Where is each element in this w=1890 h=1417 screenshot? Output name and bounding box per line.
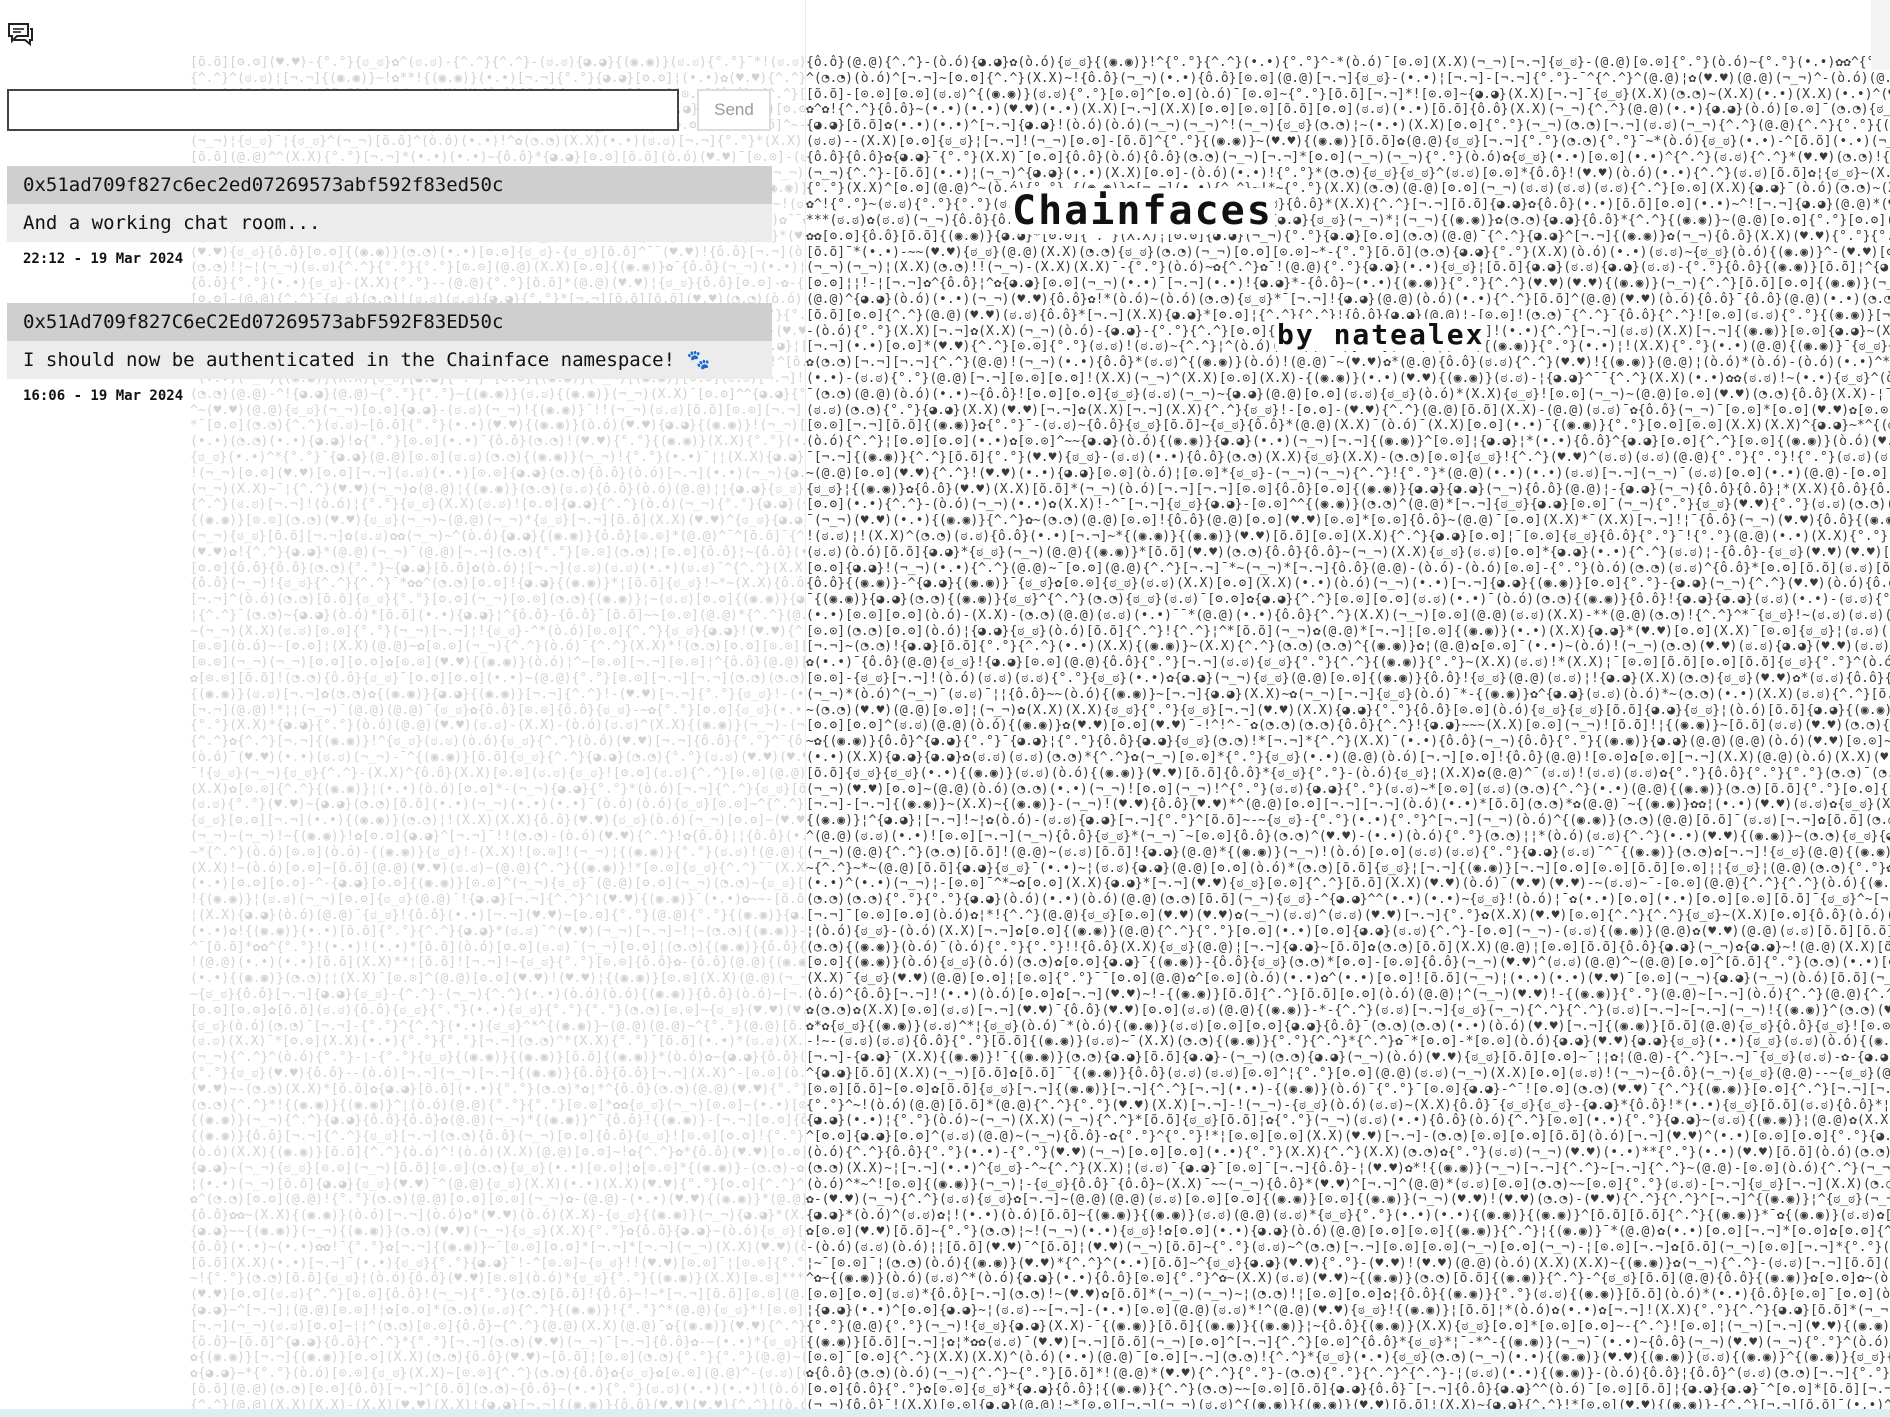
message-item: 0x51ad709f827c6ec2ed07269573abf592f83ed5… [7, 166, 772, 267]
art-title: Chainfaces [1010, 188, 1275, 234]
panel-divider [805, 0, 806, 1417]
message-address: 0x51Ad709f827C6eC2Ed07269573abF592F83ED5… [7, 303, 772, 341]
message-text: And a working chat room... [7, 204, 772, 242]
art-byline: by natealex [1275, 318, 1487, 351]
message-text: I should now be authenticated in the Cha… [7, 341, 772, 379]
message-timestamp: 22:12 - 19 Mar 2024 [23, 251, 184, 267]
scrollbar[interactable] [1871, 0, 1890, 70]
message-address: 0x51ad709f827c6ec2ed07269573abf592f83ed5… [7, 166, 772, 204]
chat-bubble-icon[interactable] [6, 20, 34, 48]
send-button[interactable]: Send [697, 89, 771, 131]
chainfaces-ascii-art: {ô.ô}(@.@){^.^}-(ò.ó){◕.◕}✿(ò.ó){ಠ_ಠ}{(◉… [806, 55, 1890, 1417]
message-input[interactable] [7, 89, 679, 131]
message-timestamp: 16:06 - 19 Mar 2024 [23, 388, 184, 404]
message-item: 0x51Ad709f827C6eC2Ed07269573abF592F83ED5… [7, 303, 772, 404]
bottom-bar [0, 1409, 1890, 1417]
